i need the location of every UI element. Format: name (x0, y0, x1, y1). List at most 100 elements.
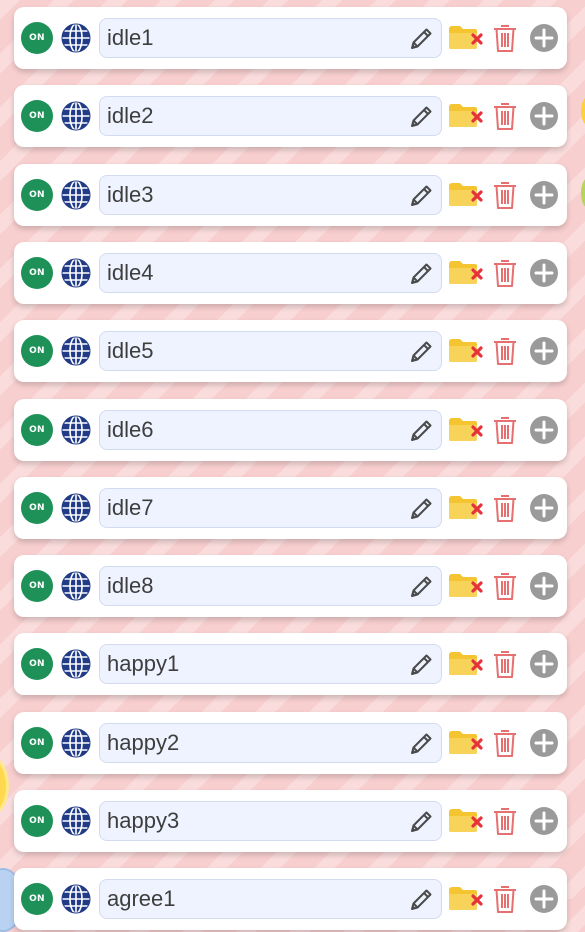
name-field[interactable]: idle3 (99, 175, 442, 215)
plus-circle-icon[interactable] (528, 570, 560, 602)
globe-icon[interactable] (60, 257, 92, 289)
on-toggle[interactable]: ON (21, 883, 53, 915)
trash-icon[interactable] (492, 22, 518, 54)
background-decoration (581, 96, 585, 126)
folder-x-icon[interactable] (448, 806, 484, 836)
folder-x-icon[interactable] (448, 180, 484, 210)
folder-x-icon[interactable] (448, 415, 484, 445)
background-decoration (0, 758, 6, 814)
animation-name: happy3 (107, 808, 180, 833)
globe-icon[interactable] (60, 883, 92, 915)
name-field[interactable]: happy1 (99, 644, 442, 684)
globe-icon[interactable] (60, 570, 92, 602)
trash-icon[interactable] (492, 805, 518, 837)
trash-icon[interactable] (492, 727, 518, 759)
pencil-icon[interactable] (407, 651, 435, 679)
pencil-icon[interactable] (407, 338, 435, 366)
folder-x-icon[interactable] (448, 649, 484, 679)
name-field[interactable]: happy2 (99, 723, 442, 763)
animation-name: idle5 (107, 338, 154, 363)
plus-circle-icon[interactable] (528, 727, 560, 759)
name-field[interactable]: idle2 (99, 96, 442, 136)
plus-circle-icon[interactable] (528, 179, 560, 211)
animation-row: ON happy2 (14, 712, 567, 774)
name-field[interactable]: idle4 (99, 253, 442, 293)
plus-circle-icon[interactable] (528, 257, 560, 289)
plus-circle-icon[interactable] (528, 335, 560, 367)
animation-row: ON idle6 (14, 399, 567, 461)
animation-name: idle8 (107, 573, 154, 598)
on-toggle[interactable]: ON (21, 805, 53, 837)
trash-icon[interactable] (492, 883, 518, 915)
globe-icon[interactable] (60, 648, 92, 680)
globe-icon[interactable] (60, 179, 92, 211)
on-toggle[interactable]: ON (21, 179, 53, 211)
trash-icon[interactable] (492, 492, 518, 524)
globe-icon[interactable] (60, 805, 92, 837)
plus-circle-icon[interactable] (528, 805, 560, 837)
animation-name: idle6 (107, 417, 154, 442)
on-toggle[interactable]: ON (21, 100, 53, 132)
pencil-icon[interactable] (407, 260, 435, 288)
plus-circle-icon[interactable] (528, 883, 560, 915)
on-toggle[interactable]: ON (21, 335, 53, 367)
folder-x-icon[interactable] (448, 23, 484, 53)
name-field[interactable]: idle7 (99, 488, 442, 528)
animation-row: ON idle5 (14, 320, 567, 382)
globe-icon[interactable] (60, 414, 92, 446)
animation-row: ON idle1 (14, 7, 567, 69)
trash-icon[interactable] (492, 257, 518, 289)
background-decoration (581, 178, 585, 208)
name-field[interactable]: idle1 (99, 18, 442, 58)
plus-circle-icon[interactable] (528, 414, 560, 446)
pencil-icon[interactable] (407, 573, 435, 601)
on-toggle[interactable]: ON (21, 570, 53, 602)
folder-x-icon[interactable] (448, 258, 484, 288)
folder-x-icon[interactable] (448, 101, 484, 131)
trash-icon[interactable] (492, 179, 518, 211)
pencil-icon[interactable] (407, 103, 435, 131)
animation-name: idle3 (107, 182, 154, 207)
folder-x-icon[interactable] (448, 571, 484, 601)
animation-name: idle4 (107, 260, 154, 285)
on-toggle[interactable]: ON (21, 727, 53, 759)
plus-circle-icon[interactable] (528, 648, 560, 680)
name-field[interactable]: happy3 (99, 801, 442, 841)
globe-icon[interactable] (60, 727, 92, 759)
on-toggle[interactable]: ON (21, 648, 53, 680)
globe-icon[interactable] (60, 335, 92, 367)
name-field[interactable]: idle6 (99, 410, 442, 450)
pencil-icon[interactable] (407, 25, 435, 53)
folder-x-icon[interactable] (448, 884, 484, 914)
plus-circle-icon[interactable] (528, 22, 560, 54)
trash-icon[interactable] (492, 100, 518, 132)
trash-icon[interactable] (492, 414, 518, 446)
pencil-icon[interactable] (407, 182, 435, 210)
on-toggle[interactable]: ON (21, 22, 53, 54)
folder-x-icon[interactable] (448, 728, 484, 758)
pencil-icon[interactable] (407, 886, 435, 914)
trash-icon[interactable] (492, 570, 518, 602)
pencil-icon[interactable] (407, 417, 435, 445)
animation-row: ON happy1 (14, 633, 567, 695)
pencil-icon[interactable] (407, 730, 435, 758)
plus-circle-icon[interactable] (528, 100, 560, 132)
name-field[interactable]: idle8 (99, 566, 442, 606)
on-toggle[interactable]: ON (21, 257, 53, 289)
animation-row: ON idle8 (14, 555, 567, 617)
plus-circle-icon[interactable] (528, 492, 560, 524)
on-toggle[interactable]: ON (21, 414, 53, 446)
pencil-icon[interactable] (407, 808, 435, 836)
globe-icon[interactable] (60, 100, 92, 132)
name-field[interactable]: idle5 (99, 331, 442, 371)
trash-icon[interactable] (492, 648, 518, 680)
name-field[interactable]: agree1 (99, 879, 442, 919)
on-toggle[interactable]: ON (21, 492, 53, 524)
folder-x-icon[interactable] (448, 493, 484, 523)
folder-x-icon[interactable] (448, 336, 484, 366)
animation-row: ON agree1 (14, 868, 567, 930)
globe-icon[interactable] (60, 22, 92, 54)
pencil-icon[interactable] (407, 495, 435, 523)
trash-icon[interactable] (492, 335, 518, 367)
globe-icon[interactable] (60, 492, 92, 524)
